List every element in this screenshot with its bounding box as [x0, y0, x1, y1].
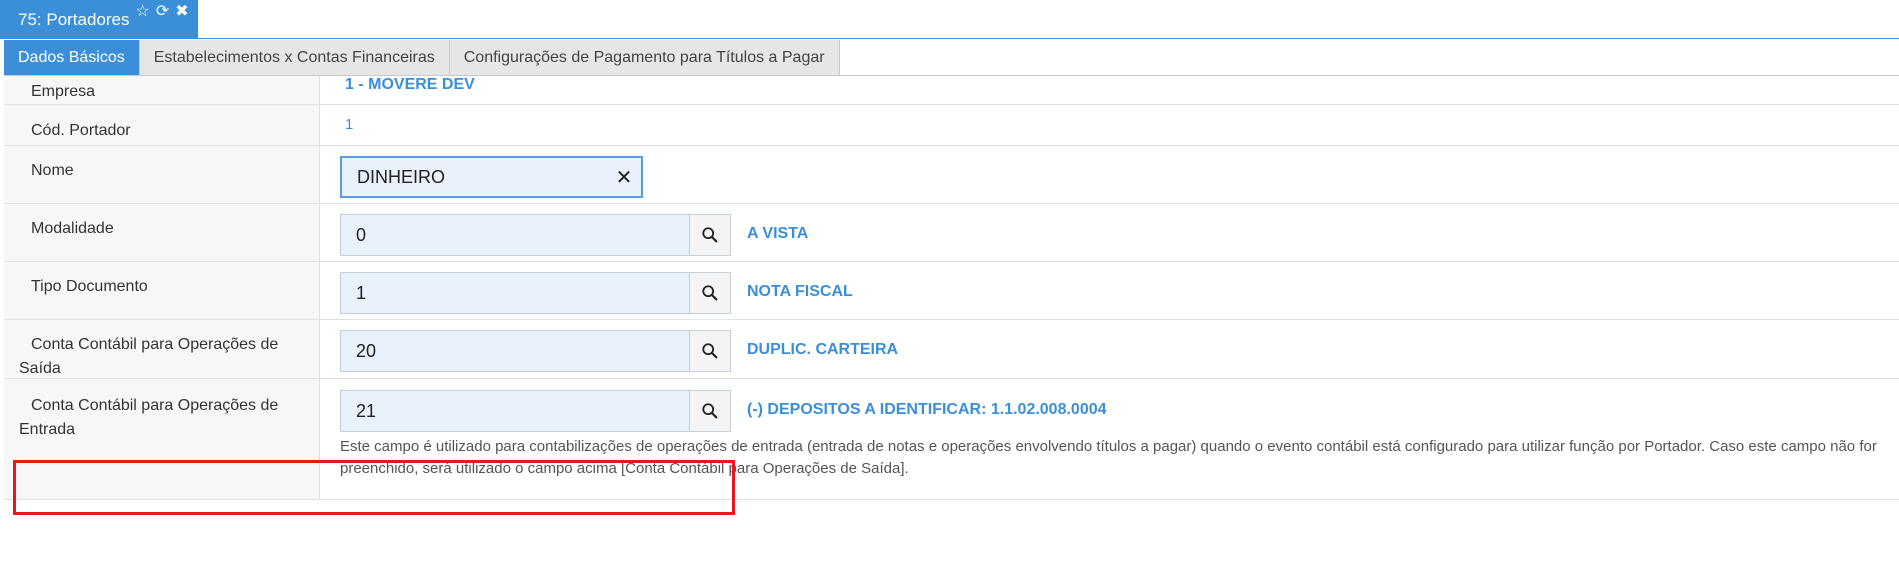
tipo-documento-input-value[interactable]: 1 — [341, 283, 689, 304]
tab-bar: Dados Básicos Estabelecimentos x Contas … — [4, 40, 840, 75]
modalidade-input[interactable]: 0 — [340, 214, 690, 256]
cod-portador-label: Cód. Portador — [31, 122, 131, 139]
conta-saida-label: Conta Contábil para Operações de Saída — [19, 336, 279, 377]
search-icon — [702, 227, 718, 243]
row-conta-saida: Conta Contábil para Operações de Saída 2… — [4, 320, 1899, 379]
label-cell: Cód. Portador — [4, 105, 320, 145]
window-tab-underline — [0, 38, 1899, 39]
value-cell: 20 DUPLIC. CARTEIRA — [320, 320, 1899, 378]
nome-label: Nome — [31, 162, 74, 179]
label-cell: Tipo Documento — [4, 262, 320, 319]
conta-entrada-input[interactable]: 21 — [340, 390, 690, 432]
value-cell: 21 (-) DEPOSITOS A IDENTIFICAR: 1.1.02.0… — [320, 379, 1899, 499]
clear-icon[interactable]: ✕ — [607, 165, 641, 190]
value-cell: DINHEIRO ✕ — [320, 146, 1899, 203]
conta-entrada-label: Conta Contábil para Operações de Entrada — [19, 397, 279, 438]
tipo-documento-description[interactable]: NOTA FISCAL — [747, 283, 853, 301]
search-icon — [702, 343, 718, 359]
search-icon — [702, 285, 718, 301]
row-tipo-documento: Tipo Documento 1 NOTA FISCAL — [4, 262, 1899, 320]
nome-input[interactable]: DINHEIRO ✕ — [340, 156, 643, 198]
nome-input-value[interactable]: DINHEIRO — [342, 167, 607, 188]
label-cell: Modalidade — [4, 204, 320, 261]
empresa-value[interactable]: 1 - MOVERE DEV — [345, 76, 475, 94]
conta-saida-description[interactable]: DUPLIC. CARTEIRA — [747, 341, 898, 359]
value-cell: 1 NOTA FISCAL — [320, 262, 1899, 319]
tipo-documento-label: Tipo Documento — [31, 278, 148, 295]
empresa-label: Empresa — [31, 83, 96, 100]
row-empresa: Empresa 1 - MOVERE DEV — [4, 76, 1899, 105]
label-cell: Empresa — [4, 76, 320, 104]
refresh-icon[interactable]: ⟳ — [156, 4, 169, 20]
conta-saida-search-button[interactable] — [689, 330, 731, 372]
row-conta-entrada: Conta Contábil para Operações de Entrada… — [4, 379, 1899, 500]
window-tab[interactable]: 75: Portadores ☆ ⟳ ✖ — [0, 0, 198, 38]
window-title: 75: Portadores — [18, 10, 130, 29]
conta-entrada-input-value[interactable]: 21 — [341, 401, 689, 422]
tab-dados-basicos[interactable]: Dados Básicos — [4, 40, 140, 75]
conta-saida-input[interactable]: 20 — [340, 330, 690, 372]
close-icon[interactable]: ✖ — [175, 4, 188, 20]
conta-saida-input-value[interactable]: 20 — [341, 341, 689, 362]
row-modalidade: Modalidade 0 A VISTA — [4, 204, 1899, 262]
row-cod-portador: Cód. Portador 1 — [4, 105, 1899, 146]
label-cell: Conta Contábil para Operações de Saída — [4, 320, 320, 378]
modalidade-input-value[interactable]: 0 — [341, 225, 689, 246]
tipo-documento-input[interactable]: 1 — [340, 272, 690, 314]
modalidade-description[interactable]: A VISTA — [747, 225, 808, 243]
label-cell: Conta Contábil para Operações de Entrada — [4, 379, 320, 499]
conta-entrada-search-button[interactable] — [689, 390, 731, 432]
tab-estabelecimentos-contas[interactable]: Estabelecimentos x Contas Financeiras — [139, 40, 450, 75]
search-icon — [702, 403, 718, 419]
value-cell: 0 A VISTA — [320, 204, 1899, 261]
star-icon[interactable]: ☆ — [136, 4, 150, 20]
conta-entrada-help-text: Este campo é utilizado para contabilizaç… — [340, 438, 1877, 477]
value-cell: 1 - MOVERE DEV — [320, 76, 1899, 104]
row-nome: Nome DINHEIRO ✕ — [4, 146, 1899, 204]
modalidade-label: Modalidade — [31, 220, 114, 237]
tipo-documento-search-button[interactable] — [689, 272, 731, 314]
value-cell: 1 — [320, 105, 1899, 145]
label-cell: Nome — [4, 146, 320, 203]
conta-entrada-description[interactable]: (-) DEPOSITOS A IDENTIFICAR: 1.1.02.008.… — [747, 401, 1107, 419]
tab-config-pagamento[interactable]: Configurações de Pagamento para Títulos … — [449, 40, 840, 75]
window-tab-icons: ☆ ⟳ ✖ — [136, 4, 189, 20]
portador-form: Empresa 1 - MOVERE DEV Cód. Portador 1 N… — [4, 76, 1899, 500]
modalidade-search-button[interactable] — [689, 214, 731, 256]
cod-portador-value: 1 — [345, 116, 354, 133]
